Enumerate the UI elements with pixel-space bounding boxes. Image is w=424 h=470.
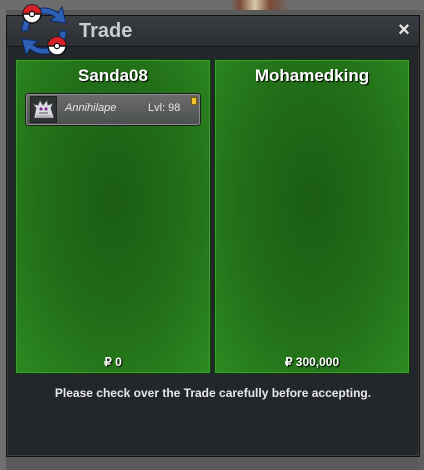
money-offer: ₽ 300,000 (284, 355, 340, 369)
player-name: Sanda08 (78, 66, 148, 85)
annihilape-sprite-icon (30, 96, 57, 123)
money-offer[interactable]: ₽ 0 (16, 355, 210, 369)
partner-offer-panel: Mohamedking ₽ 300,000 (214, 59, 410, 374)
pokeball-trade-icon (21, 4, 67, 57)
window-title: Trade (79, 20, 133, 42)
trade-window: Trade × Sanda08 Annihilape Lvl: 98 ₽ 0 M… (6, 4, 420, 457)
my-offer-panel: Sanda08 Annihilape Lvl: 98 ₽ 0 (15, 59, 211, 374)
close-button[interactable]: × (395, 20, 413, 40)
item-level: Lvl: 98 (148, 102, 181, 114)
item-name: Annihilape (65, 102, 117, 114)
player-name: Mohamedking (254, 66, 370, 85)
trade-item-slot[interactable]: Annihilape Lvl: 98 (25, 93, 201, 126)
trade-warning-text: Please check over the Trade carefully be… (54, 386, 372, 400)
held-item-badge-icon (191, 97, 197, 105)
